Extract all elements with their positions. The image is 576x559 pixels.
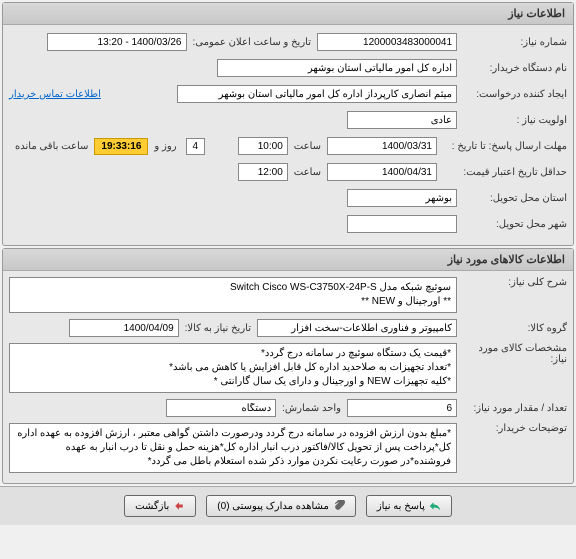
spec-label: مشخصات کالای مورد نیاز: xyxy=(457,343,567,365)
unit-label: واحد شمارش: xyxy=(276,403,347,414)
goods-info-panel: اطلاعات کالاهای مورد نیاز شرح کلی نیاز: … xyxy=(2,248,574,484)
validity-time-field[interactable] xyxy=(238,163,288,181)
back-button[interactable]: بازگشت xyxy=(124,495,196,517)
respond-button-label: پاسخ به نیاز xyxy=(377,501,425,512)
row-need-number: شماره نیاز: تاریخ و ساعت اعلان عمومی: xyxy=(9,31,567,53)
deadline-time-field[interactable] xyxy=(238,137,288,155)
requester-label: ایجاد کننده درخواست: xyxy=(457,89,567,100)
row-deadline: مهلت ارسال پاسخ: تا تاریخ : ساعت 4 روز و… xyxy=(9,135,567,157)
deadline-label: مهلت ارسال پاسخ: تا تاریخ : xyxy=(437,141,567,152)
row-delivery-province: استان محل تحویل: xyxy=(9,187,567,209)
buyer-org-field[interactable] xyxy=(217,59,457,77)
deadline-date-field[interactable] xyxy=(327,137,437,155)
need-info-header: اطلاعات نیاز xyxy=(3,3,573,25)
goods-info-body: شرح کلی نیاز: سوئیچ شبکه مدل Switch Cisc… xyxy=(3,271,573,483)
goods-info-header: اطلاعات کالاهای مورد نیاز xyxy=(3,249,573,271)
priority-field[interactable] xyxy=(347,111,457,129)
deadline-time-label: ساعت xyxy=(288,141,327,152)
attachments-button-label: مشاهده مدارک پیوستی (0) xyxy=(217,501,329,512)
buyer-notes-label: توضیحات خریدار: xyxy=(457,423,567,434)
spec-field[interactable]: *قیمت یک دستگاه سوئیچ در سامانه درج گردد… xyxy=(9,343,457,393)
delivery-city-label: شهر محل تحویل: xyxy=(457,219,567,230)
attachments-button[interactable]: مشاهده مدارک پیوستی (0) xyxy=(206,495,356,517)
validity-date-field[interactable] xyxy=(327,163,437,181)
validity-label: حداقل تاریخ اعتبار قیمت: xyxy=(437,167,567,178)
row-buyer-org: نام دستگاه خریدار: xyxy=(9,57,567,79)
row-delivery-city: شهر محل تحویل: xyxy=(9,213,567,235)
requester-field[interactable] xyxy=(177,85,457,103)
row-buyer-notes: توضیحات خریدار: *مبلغ بدون ارزش افزوده د… xyxy=(9,423,567,473)
buyer-contact-link[interactable]: اطلاعات تماس خریدار xyxy=(9,89,101,100)
row-item-desc: شرح کلی نیاز: سوئیچ شبکه مدل Switch Cisc… xyxy=(9,277,567,313)
item-desc-field[interactable]: سوئیچ شبکه مدل Switch Cisco WS-C3750X-24… xyxy=(9,277,457,313)
attachment-icon xyxy=(333,500,345,512)
qty-label: تعداد / مقدار مورد نیاز: xyxy=(457,403,567,414)
item-desc-label: شرح کلی نیاز: xyxy=(457,277,567,288)
announce-field[interactable] xyxy=(47,33,187,51)
validity-time-label: ساعت xyxy=(288,167,327,178)
row-spec: مشخصات کالای مورد نیاز: *قیمت یک دستگاه … xyxy=(9,343,567,393)
priority-label: اولویت نیاز : xyxy=(457,115,567,126)
need-number-label: شماره نیاز: xyxy=(457,37,567,48)
day-label: روز و xyxy=(148,141,182,152)
delivery-province-field[interactable] xyxy=(347,189,457,207)
need-info-body: شماره نیاز: تاریخ و ساعت اعلان عمومی: نا… xyxy=(3,25,573,245)
group-label: گروه کالا: xyxy=(457,323,567,334)
remaining-area: 4 روز و 19:33:16 ساعت باقی مانده xyxy=(9,138,208,155)
reply-icon xyxy=(429,500,441,512)
countdown-box: 19:33:16 xyxy=(94,138,148,155)
remaining-label: ساعت باقی مانده xyxy=(9,141,94,152)
respond-button[interactable]: پاسخ به نیاز xyxy=(366,495,452,517)
delivery-province-label: استان محل تحویل: xyxy=(457,193,567,204)
row-priority: اولویت نیاز : xyxy=(9,109,567,131)
unit-field[interactable] xyxy=(166,399,276,417)
need-date-field[interactable] xyxy=(69,319,179,337)
button-bar: پاسخ به نیاز مشاهده مدارک پیوستی (0) باز… xyxy=(0,486,576,525)
need-number-field[interactable] xyxy=(317,33,457,51)
row-requester: ایجاد کننده درخواست: اطلاعات تماس خریدار xyxy=(9,83,567,105)
row-validity: حداقل تاریخ اعتبار قیمت: ساعت xyxy=(9,161,567,183)
need-info-panel: اطلاعات نیاز شماره نیاز: تاریخ و ساعت اع… xyxy=(2,2,574,246)
qty-field[interactable] xyxy=(347,399,457,417)
buyer-org-label: نام دستگاه خریدار: xyxy=(457,63,567,74)
group-field[interactable] xyxy=(257,319,457,337)
need-date-label: تاریخ نیاز به کالا: xyxy=(179,323,257,334)
announce-label: تاریخ و ساعت اعلان عمومی: xyxy=(187,37,318,48)
row-qty: تعداد / مقدار مورد نیاز: واحد شمارش: xyxy=(9,397,567,419)
back-icon xyxy=(173,500,185,512)
delivery-city-field[interactable] xyxy=(347,215,457,233)
buyer-notes-field[interactable]: *مبلغ بدون ارزش افزوده در سامانه درج گرد… xyxy=(9,423,457,473)
row-group: گروه کالا: تاریخ نیاز به کالا: xyxy=(9,317,567,339)
days-remaining-box: 4 xyxy=(186,138,206,155)
back-button-label: بازگشت xyxy=(135,501,169,512)
